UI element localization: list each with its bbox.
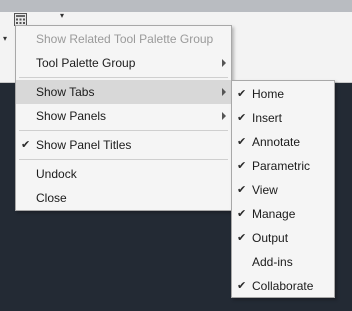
submenu-item-label: Home (252, 87, 285, 101)
checkmark-icon: ✔ (237, 88, 247, 100)
menu-item-label: Show Related Tool Palette Group (36, 32, 214, 46)
menu-item-show-related-tool-palette-group: Show Related Tool Palette Group (16, 27, 231, 51)
submenu-item-label: Collaborate (252, 279, 314, 293)
submenu-item-parametric[interactable]: ✔ Parametric (232, 154, 334, 178)
submenu-item-output[interactable]: ✔ Output (232, 226, 334, 250)
submenu-item-label: Manage (252, 207, 296, 221)
checkmark-icon: ✔ (237, 232, 247, 244)
menu-item-label: Undock (36, 167, 77, 181)
submenu-item-label: View (252, 183, 278, 197)
submenu-item-add-ins[interactable]: Add-ins (232, 250, 334, 274)
submenu-arrow-icon (222, 88, 226, 96)
menu-separator (19, 77, 228, 78)
submenu-item-label: Output (252, 231, 289, 245)
dropdown-arrow-icon[interactable]: ▾ (60, 12, 64, 20)
checkmark-icon: ✔ (237, 184, 247, 196)
checkmark-icon: ✔ (21, 139, 31, 151)
menu-item-label: Tool Palette Group (36, 56, 136, 70)
context-menu: Show Related Tool Palette Group Tool Pal… (15, 25, 232, 211)
submenu-arrow-icon (222, 112, 226, 120)
submenu-item-annotate[interactable]: ✔ Annotate (232, 130, 334, 154)
submenu-item-label: Annotate (252, 135, 301, 149)
menu-item-show-panels[interactable]: Show Panels (16, 104, 231, 128)
menu-item-close[interactable]: Close (16, 186, 231, 210)
menu-item-label: Close (36, 191, 67, 205)
title-bar-strip (0, 0, 352, 12)
tabs-submenu: ✔ Home ✔ Insert ✔ Annotate ✔ Parametric … (231, 80, 335, 298)
submenu-item-label: Add-ins (252, 255, 293, 269)
menu-item-label: Show Panel Titles (36, 138, 132, 152)
menu-separator (19, 159, 228, 160)
submenu-item-label: Parametric (252, 159, 311, 173)
menu-item-show-tabs[interactable]: Show Tabs (16, 80, 231, 104)
submenu-item-home[interactable]: ✔ Home (232, 82, 334, 106)
menu-item-show-panel-titles[interactable]: ✔ Show Panel Titles (16, 133, 231, 157)
checkmark-icon: ✔ (237, 280, 247, 292)
dropdown-arrow-icon[interactable]: ▾ (3, 34, 7, 43)
menu-item-undock[interactable]: Undock (16, 162, 231, 186)
menu-item-tool-palette-group[interactable]: Tool Palette Group (16, 51, 231, 75)
submenu-item-label: Insert (252, 111, 283, 125)
submenu-item-insert[interactable]: ✔ Insert (232, 106, 334, 130)
submenu-item-view[interactable]: ✔ View (232, 178, 334, 202)
submenu-item-collaborate[interactable]: ✔ Collaborate (232, 274, 334, 298)
checkmark-icon: ✔ (237, 112, 247, 124)
menu-item-label: Show Tabs (36, 85, 95, 99)
submenu-item-manage[interactable]: ✔ Manage (232, 202, 334, 226)
menu-separator (19, 130, 228, 131)
checkmark-icon: ✔ (237, 136, 247, 148)
checkmark-icon: ✔ (237, 208, 247, 220)
menu-item-label: Show Panels (36, 109, 107, 123)
submenu-arrow-icon (222, 59, 226, 67)
checkmark-icon: ✔ (237, 160, 247, 172)
